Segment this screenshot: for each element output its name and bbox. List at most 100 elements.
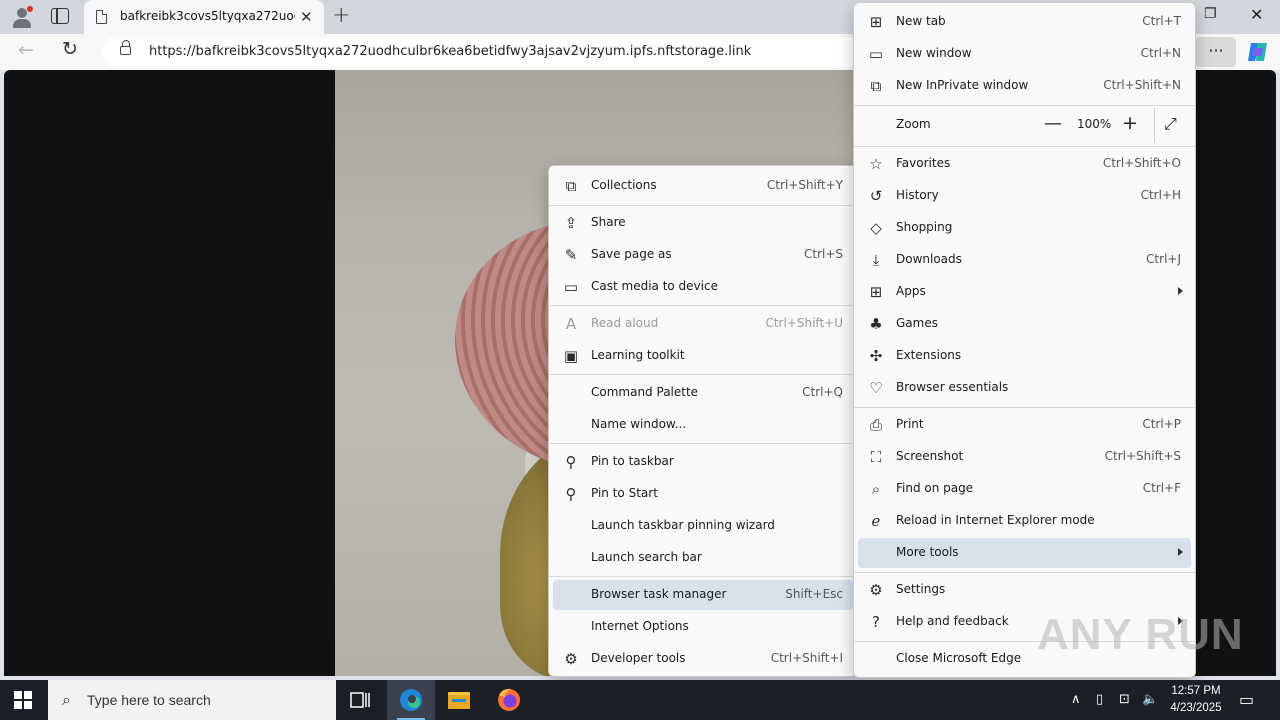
menu-item-internet-options[interactable]: Internet Options	[553, 612, 853, 642]
printer-icon: ⎙	[869, 416, 882, 434]
menu-item-screenshot[interactable]: ⛶ Screenshot Ctrl+Shift+S	[858, 442, 1191, 472]
inprivate-icon: ⧉	[870, 77, 882, 95]
share-icon: ⇪	[564, 214, 578, 232]
menu-item-learning-toolkit[interactable]: ▣ Learning toolkit	[553, 341, 853, 371]
device-icon[interactable]: ▯	[1096, 692, 1103, 707]
menu-item-history[interactable]: ↺ History Ctrl+H	[858, 181, 1191, 211]
copilot-icon[interactable]	[1245, 39, 1271, 65]
address-bar[interactable]: https://bafkreibk3covs5ltyqxa272uodhculb…	[102, 37, 862, 67]
apps-icon: ⊞	[869, 283, 883, 301]
browser-tab[interactable]: bafkreibk3covs5ltyqxa272uodhculbr6kea6be…	[84, 0, 324, 34]
settings-and-more-button[interactable]: ···	[1196, 37, 1236, 67]
tag-icon: ◇	[870, 219, 882, 237]
clock-time: 12:57 PM	[1171, 685, 1221, 697]
menu-item-more-tools[interactable]: More tools	[858, 538, 1191, 568]
menu-item-launch-search-bar[interactable]: Launch search bar	[553, 543, 853, 573]
menu-item-collections[interactable]: ⧉ Collections Ctrl+Shift+Y	[553, 171, 853, 201]
find-icon: ⌕	[871, 480, 881, 498]
new-tab-button[interactable]: +	[332, 3, 350, 28]
chevron-up-icon[interactable]: ∧	[1071, 692, 1081, 707]
page-icon	[96, 10, 107, 24]
menu-item-browser-essentials[interactable]: ♡ Browser essentials	[858, 373, 1191, 403]
windows-start-icon[interactable]	[14, 691, 32, 709]
close-window-icon[interactable]: ✕	[1250, 5, 1263, 24]
menu-item-new-window[interactable]: ▭ New window Ctrl+N	[858, 39, 1191, 69]
menu-item-extensions[interactable]: ✣ Extensions	[858, 341, 1191, 371]
menu-item-share[interactable]: ⇪ Share	[553, 208, 853, 238]
taskbar-search-box[interactable]: ⌕ Type here to search	[48, 680, 336, 720]
zoom-out-button[interactable]: —	[1044, 113, 1062, 134]
search-placeholder: Type here to search	[87, 692, 211, 708]
refresh-icon[interactable]: ↻	[62, 38, 78, 60]
menu-item-pin-to-start[interactable]: ⚲ Pin to Start	[553, 479, 853, 509]
menu-item-print[interactable]: ⎙ Print Ctrl+P	[858, 410, 1191, 440]
menu-item-new-tab[interactable]: ⊞ New tab Ctrl+T	[858, 7, 1191, 37]
watermark-logo: ANY RUN	[1037, 610, 1244, 659]
more-tools-menu: ⧉ Collections Ctrl+Shift+Y ⇪ Share ✎ Sav…	[548, 165, 858, 677]
new-tab-icon: ⊞	[869, 13, 883, 31]
tab-title: bafkreibk3covs5ltyqxa272uodhculbr6kea6be…	[120, 9, 295, 23]
search-icon: ⌕	[62, 690, 71, 709]
menu-item-read-aloud[interactable]: A Read aloud Ctrl+Shift+U	[553, 309, 853, 339]
gear-icon: ⚙	[869, 581, 883, 599]
cast-icon: ▭	[563, 278, 579, 296]
fullscreen-icon[interactable]: ⤢	[1164, 114, 1177, 134]
menu-item-name-window[interactable]: Name window...	[553, 410, 853, 440]
file-explorer-icon[interactable]	[435, 680, 483, 720]
download-icon: ⤓	[872, 251, 880, 269]
history-icon: ↺	[869, 187, 883, 205]
taskbar: ⌕ Type here to search ∧ ▯ ⊡ 🔈 12:57 PM 4…	[0, 680, 1280, 720]
help-icon: ?	[872, 613, 880, 631]
clock-date: 4/23/2025	[1170, 702, 1222, 714]
task-view-icon[interactable]	[336, 680, 384, 720]
screenshot-icon: ⛶	[870, 448, 882, 466]
menu-item-downloads[interactable]: ⤓ Downloads Ctrl+J	[858, 245, 1191, 275]
menu-item-reload-ie-mode[interactable]: ℯ Reload in Internet Explorer mode	[858, 506, 1191, 536]
ie-icon: ℯ	[871, 512, 881, 530]
star-icon: ☆	[869, 155, 883, 173]
menu-item-shopping[interactable]: ◇ Shopping	[858, 213, 1191, 243]
pin-icon: ⚲	[565, 485, 577, 503]
menu-item-cast-media[interactable]: ▭ Cast media to device	[553, 272, 853, 302]
zoom-value: 100%	[1077, 117, 1112, 131]
menu-item-games[interactable]: ♣ Games	[858, 309, 1191, 339]
menu-item-favorites[interactable]: ☆ Favorites Ctrl+Shift+O	[858, 149, 1191, 179]
tab-actions-icon[interactable]	[51, 8, 69, 24]
firefox-icon[interactable]	[485, 680, 533, 720]
url-text[interactable]: https://bafkreibk3covs5ltyqxa272uodhculb…	[149, 44, 751, 59]
devtools-icon: ⚙	[564, 650, 578, 668]
menu-item-new-inprivate-window[interactable]: ⧉ New InPrivate window Ctrl+Shift+N	[858, 71, 1191, 101]
submenu-arrow-icon	[1178, 548, 1183, 556]
close-tab-icon[interactable]: ✕	[300, 8, 313, 26]
settings-and-more-menu: ⊞ New tab Ctrl+T ▭ New window Ctrl+N ⧉ N…	[853, 2, 1196, 678]
network-icon[interactable]: ⊡	[1119, 692, 1130, 707]
submenu-arrow-icon	[1178, 287, 1183, 295]
menu-item-apps[interactable]: ⊞ Apps	[858, 277, 1191, 307]
lock-icon[interactable]	[120, 40, 131, 55]
volume-icon[interactable]: 🔈	[1142, 692, 1158, 707]
menu-item-find-on-page[interactable]: ⌕ Find on page Ctrl+F	[858, 474, 1191, 504]
notification-icon[interactable]: ▭	[1239, 690, 1254, 709]
back-icon[interactable]: ←	[18, 39, 34, 61]
profile-icon[interactable]	[10, 5, 34, 29]
system-clock[interactable]: 12:57 PM 4/23/2025	[1160, 683, 1232, 717]
menu-item-taskbar-pinning-wizard[interactable]: Launch taskbar pinning wizard	[553, 511, 853, 541]
zoom-row: Zoom — 100% + ⤢	[858, 108, 1191, 142]
games-icon: ♣	[869, 315, 883, 333]
heart-pulse-icon: ♡	[869, 379, 883, 397]
restore-icon[interactable]: ❐	[1204, 6, 1217, 22]
menu-item-save-page-as[interactable]: ✎ Save page as Ctrl+S	[553, 240, 853, 270]
zoom-in-button[interactable]: +	[1122, 112, 1138, 134]
puzzle-icon: ✣	[869, 347, 883, 365]
menu-item-command-palette[interactable]: Command Palette Ctrl+Q	[553, 378, 853, 408]
new-window-icon: ▭	[868, 45, 884, 63]
menu-item-browser-task-manager[interactable]: Browser task manager Shift+Esc	[553, 580, 853, 610]
save-icon: ✎	[564, 246, 578, 264]
menu-item-pin-to-taskbar[interactable]: ⚲ Pin to taskbar	[553, 447, 853, 477]
edge-taskbar-icon[interactable]	[387, 680, 435, 720]
menu-item-developer-tools[interactable]: ⚙ Developer tools Ctrl+Shift+I	[553, 644, 853, 674]
read-aloud-icon: A	[565, 315, 577, 333]
learning-icon: ▣	[563, 347, 579, 365]
menu-item-settings[interactable]: ⚙ Settings	[858, 575, 1191, 605]
pin-icon: ⚲	[565, 453, 577, 471]
